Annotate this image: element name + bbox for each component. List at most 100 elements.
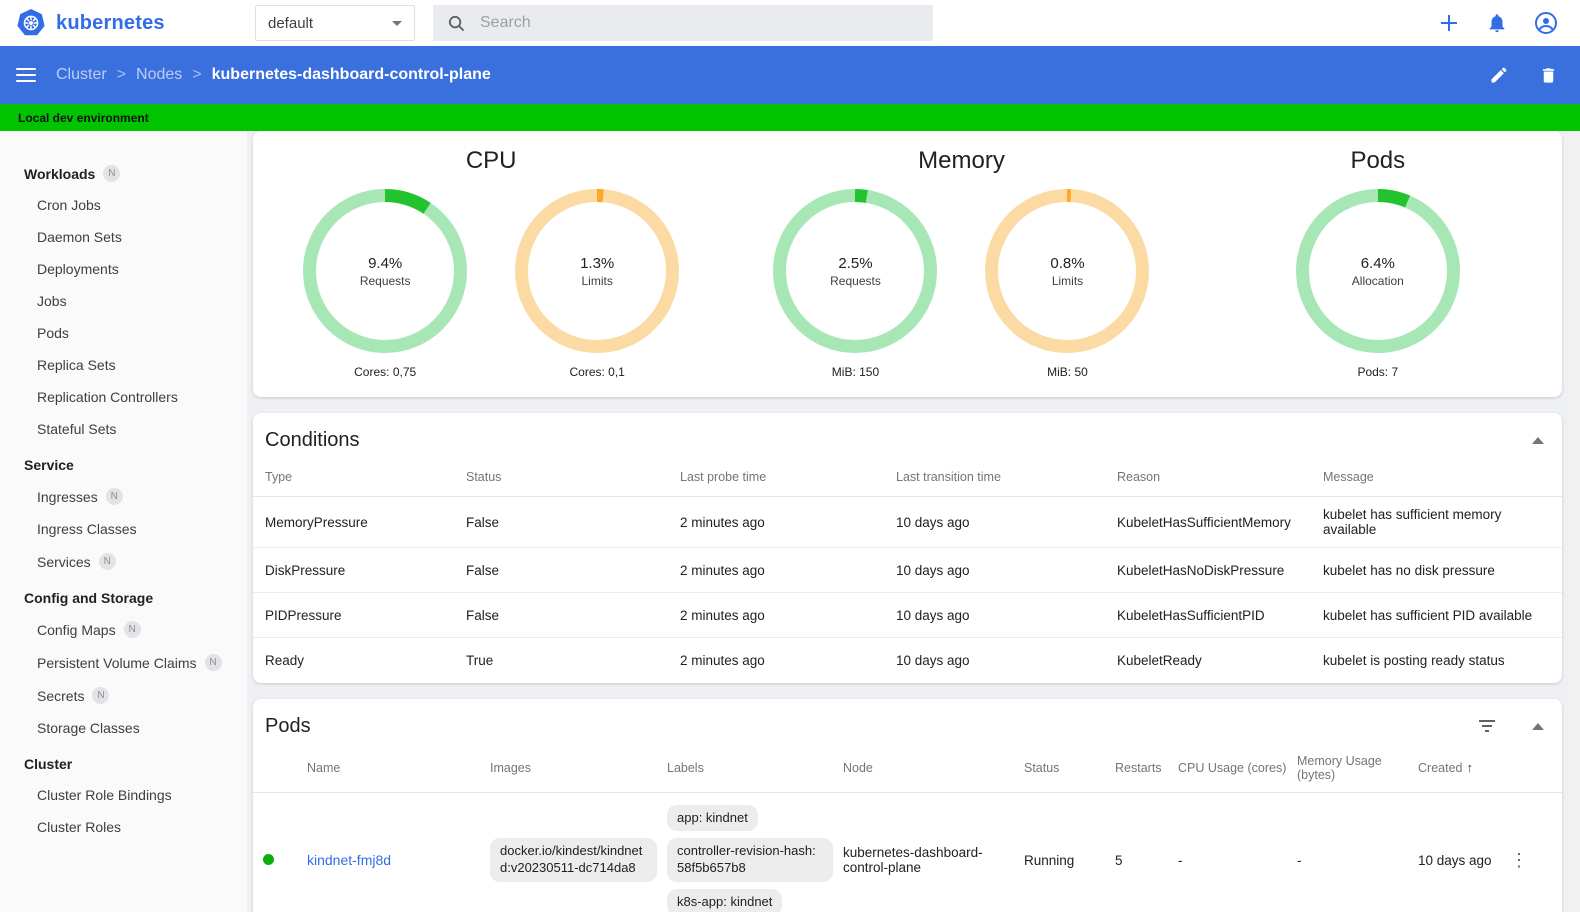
sidebar-section-header: Cluster bbox=[0, 744, 247, 779]
pods-column-header: Node bbox=[843, 743, 1024, 793]
donut-gauge-allocation: 6.4% Allocation Pods: 7 bbox=[1295, 189, 1460, 379]
vertical-scrollbar[interactable] bbox=[1568, 131, 1580, 912]
sidebar-item-cluster-roles[interactable]: Cluster Roles bbox=[0, 811, 247, 843]
sidebar-item-label: Deployments bbox=[37, 261, 119, 277]
new-badge: N bbox=[98, 553, 116, 570]
sidebar-item-label: Storage Classes bbox=[37, 720, 140, 736]
pod-name-cell: kindnet-fmj8d bbox=[307, 792, 490, 912]
search-input[interactable] bbox=[480, 14, 919, 32]
filter-icon bbox=[1478, 719, 1496, 733]
conditions-cell: 2 minutes ago bbox=[680, 496, 896, 548]
pods-collapse-icon[interactable] bbox=[1532, 722, 1544, 730]
bell-icon bbox=[1486, 12, 1508, 34]
sidebar-item-daemon-sets[interactable]: Daemon Sets bbox=[0, 221, 247, 253]
pods-column-header: Images bbox=[490, 743, 667, 793]
sidebar-item-label: Services bbox=[37, 553, 91, 570]
pods-column-header[interactable]: Created ↑ bbox=[1418, 743, 1510, 793]
pods-card: Pods NameImagesLabelsNodeStatusRest bbox=[253, 698, 1562, 912]
sidebar-item-label: Daemon Sets bbox=[37, 229, 122, 245]
gauge-row: 2.5% Requests MiB: 150 0.8% Limits MiB: 50 bbox=[773, 189, 1150, 379]
breadcrumb-item[interactable]: Nodes bbox=[136, 66, 182, 84]
pod-restarts-cell: 5 bbox=[1115, 852, 1123, 868]
sidebar-item-secrets[interactable]: Secrets N bbox=[0, 679, 247, 712]
menu-icon[interactable] bbox=[16, 68, 36, 82]
pod-cpu-cell: - bbox=[1178, 852, 1183, 868]
account-button[interactable] bbox=[1534, 11, 1558, 35]
donut-caption: Pods: 7 bbox=[1357, 365, 1399, 379]
conditions-column-header: Last probe time bbox=[680, 458, 896, 497]
sidebar-item-label: Ingresses bbox=[37, 488, 98, 505]
search-icon bbox=[447, 14, 466, 33]
sidebar-item-deployments[interactable]: Deployments bbox=[0, 253, 247, 285]
gauge-group-title: Pods bbox=[1350, 147, 1406, 174]
filter-button[interactable] bbox=[1478, 719, 1496, 733]
delete-button[interactable] bbox=[1539, 65, 1558, 85]
breadcrumb-separator: > bbox=[192, 66, 202, 83]
conditions-cell: 2 minutes ago bbox=[680, 592, 896, 638]
conditions-column-header: Message bbox=[1323, 458, 1562, 497]
conditions-cell: False bbox=[466, 547, 680, 593]
donut-chart: 6.4% Allocation bbox=[1295, 189, 1460, 353]
new-badge: N bbox=[105, 488, 123, 505]
conditions-cell: 10 days ago bbox=[896, 547, 1117, 593]
conditions-cell: PIDPressure bbox=[253, 592, 466, 638]
plus-icon bbox=[1438, 12, 1460, 34]
pods-column-header-menu bbox=[1510, 743, 1562, 793]
pods-column-header: Labels bbox=[667, 743, 843, 793]
new-badge: N bbox=[92, 687, 110, 704]
sidebar-item-ingresses[interactable]: Ingresses N bbox=[0, 480, 247, 513]
brand[interactable]: kubernetes bbox=[0, 8, 247, 38]
sidebar-item-cluster-role-bindings[interactable]: Cluster Role Bindings bbox=[0, 779, 247, 811]
namespace-selector[interactable]: default bbox=[255, 5, 415, 41]
conditions-cell: kubelet is posting ready status bbox=[1323, 652, 1505, 668]
conditions-cell: 10 days ago bbox=[896, 652, 970, 668]
add-resource-button[interactable] bbox=[1438, 12, 1460, 34]
conditions-cell: KubeletHasSufficientPID bbox=[1117, 592, 1323, 638]
pod-status-ok-icon bbox=[263, 853, 274, 865]
sidebar-item-jobs[interactable]: Jobs bbox=[0, 285, 247, 317]
sidebar-item-storage-classes[interactable]: Storage Classes bbox=[0, 712, 247, 744]
conditions-collapse-icon[interactable] bbox=[1532, 437, 1544, 444]
chevron-down-icon bbox=[392, 20, 402, 26]
donut-chart: 2.5% Requests bbox=[773, 189, 938, 353]
pod-memory-cell: - bbox=[1297, 852, 1302, 868]
gauge-group-cpu: CPU 9.4% Requests Cores: 0,75 1.3% Limits Core… bbox=[257, 141, 725, 379]
donut-caption: MiB: 150 bbox=[831, 365, 880, 379]
pencil-icon bbox=[1489, 65, 1509, 85]
app-bar: Cluster > Nodes > kubernetes-dashboard-contr… bbox=[0, 46, 1580, 104]
sidebar-item-persistent-volume-claims[interactable]: Persistent Volume Claims N bbox=[0, 646, 247, 679]
sidebar-item-services[interactable]: Services N bbox=[0, 545, 247, 578]
sidebar-item-replication-controllers[interactable]: Replication Controllers bbox=[0, 381, 247, 413]
donut-caption: Cores: 0,1 bbox=[569, 365, 625, 379]
sidebar-item-cron-jobs[interactable]: Cron Jobs bbox=[0, 189, 247, 221]
notifications-button[interactable] bbox=[1486, 12, 1508, 34]
table-row: MemoryPressure False 2 minutes ago 10 days … bbox=[253, 496, 1562, 548]
conditions-cell: KubeletHasNoDiskPressure bbox=[1117, 547, 1323, 593]
donut-label: Requests bbox=[830, 273, 881, 288]
sidebar-item-label: Cron Jobs bbox=[37, 197, 101, 213]
sidebar-item-config-maps[interactable]: Config Maps N bbox=[0, 613, 247, 646]
sidebar-item-replica-sets[interactable]: Replica Sets bbox=[0, 349, 247, 381]
sidebar-item-stateful-sets[interactable]: Stateful Sets bbox=[0, 413, 247, 445]
sidebar-item-ingress-classes[interactable]: Ingress Classes bbox=[0, 513, 247, 545]
pod-name-link[interactable]: kindnet-fmj8d bbox=[307, 852, 391, 868]
conditions-cell: kubelet has no disk pressure bbox=[1323, 547, 1562, 593]
pods-title: Pods bbox=[265, 714, 311, 737]
donut-label: Limits bbox=[581, 273, 613, 288]
donut-center-text: 0.8% Limits bbox=[985, 189, 1149, 353]
donut-percent: 9.4% bbox=[368, 254, 403, 272]
donut-caption: MiB: 50 bbox=[1047, 365, 1088, 379]
breadcrumb-item[interactable]: Cluster bbox=[56, 66, 107, 84]
edit-button[interactable] bbox=[1489, 65, 1509, 85]
conditions-cell: False bbox=[466, 592, 680, 638]
conditions-cell: MemoryPressure bbox=[253, 496, 466, 548]
pods-column-header: CPU Usage (cores) bbox=[1178, 743, 1297, 793]
gauge-group-memory: Memory 2.5% Requests MiB: 150 0.8% Limits MiB:… bbox=[725, 141, 1197, 379]
sidebar-item-label: Cluster Role Bindings bbox=[37, 787, 172, 803]
more-options-icon[interactable]: ⋮ bbox=[1510, 851, 1528, 869]
sidebar-section-header: Config and Storage bbox=[0, 578, 247, 613]
breadcrumb: Cluster > Nodes > kubernetes-dashboard-contr… bbox=[56, 66, 491, 84]
donut-chart: 9.4% Requests bbox=[303, 189, 468, 353]
sidebar-item-pods[interactable]: Pods bbox=[0, 317, 247, 349]
conditions-cell: True bbox=[466, 652, 494, 668]
